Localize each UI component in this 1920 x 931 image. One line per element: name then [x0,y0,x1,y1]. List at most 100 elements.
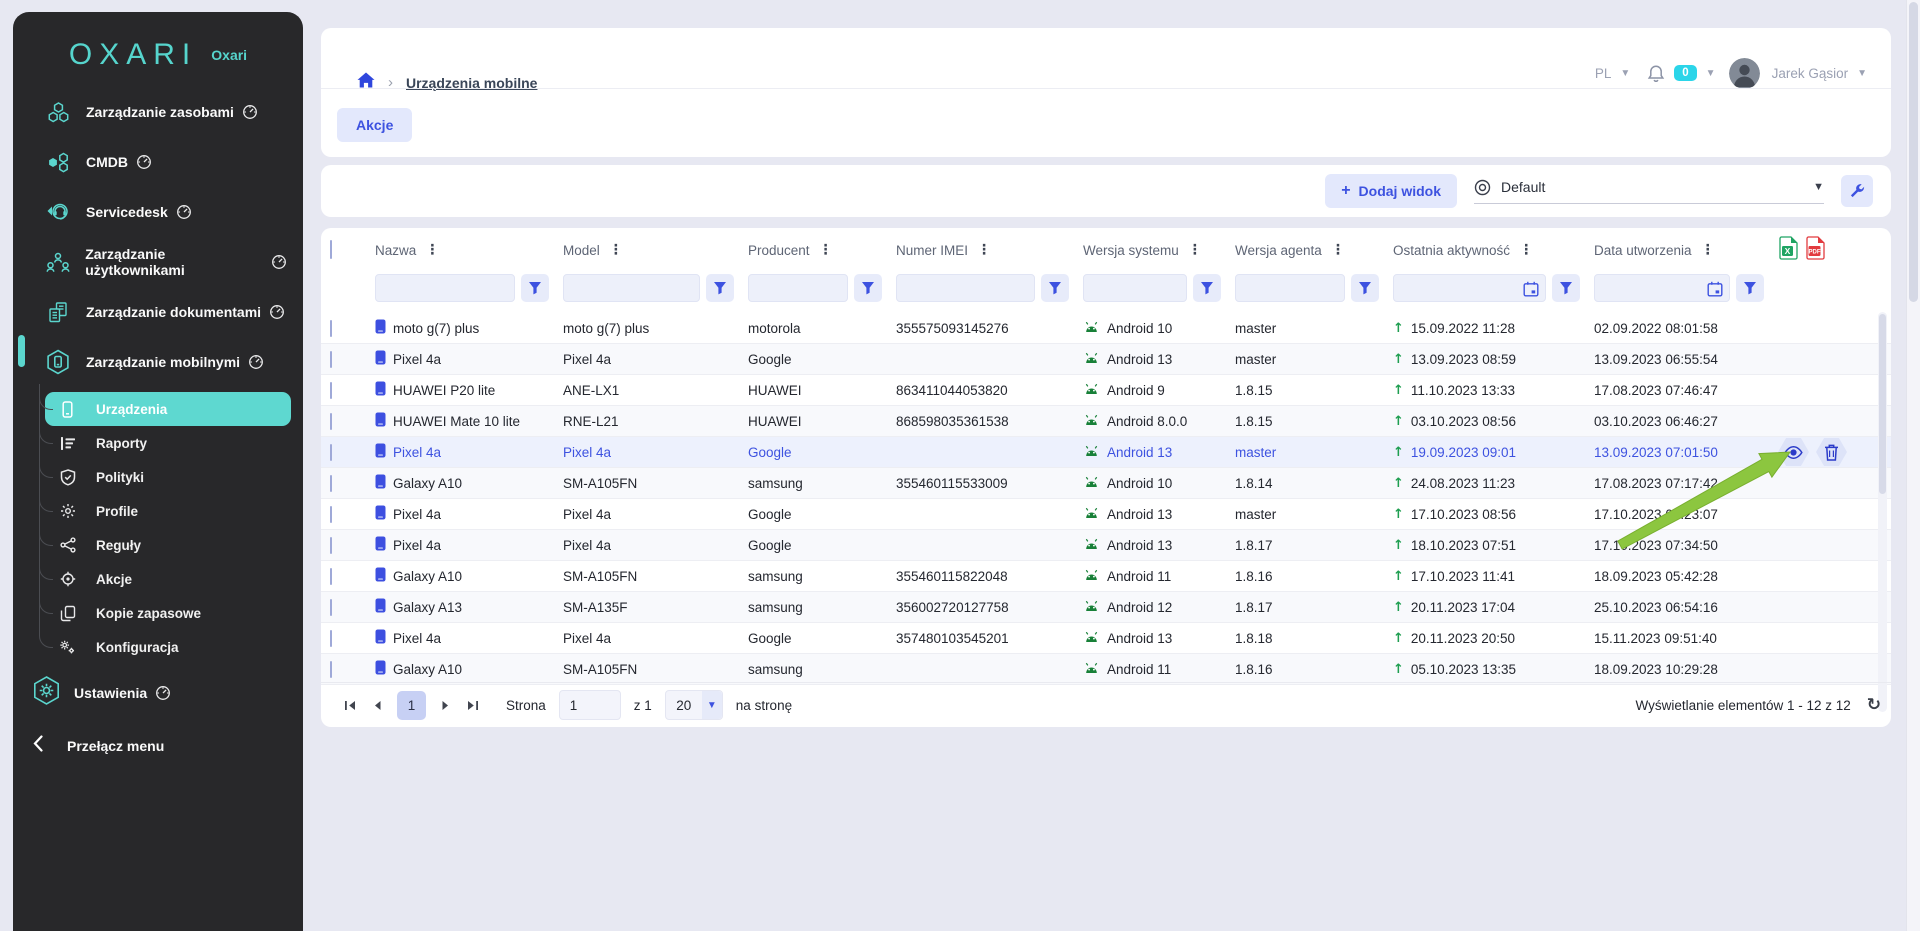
column-menu-icon[interactable]: ⋮ [425,242,439,258]
column-menu-icon[interactable]: ⋮ [609,242,623,258]
table-row[interactable]: HUAWEI P20 liteANE-LX1HUAWEI863411044053… [321,375,1891,406]
first-page-button[interactable] [342,698,358,713]
sidebar-subitem-report[interactable]: Raporty [45,426,291,460]
row-checkbox-cell [330,445,375,460]
filter-input[interactable] [563,274,700,302]
sidebar-subitem-device[interactable]: Urządzenia [45,392,291,426]
table-scrollbar[interactable] [1878,312,1887,712]
table-row[interactable]: Galaxy A10SM-A105FNsamsung35546011582204… [321,561,1891,592]
column-menu-icon[interactable]: ⋮ [1188,242,1202,258]
filter-input[interactable] [748,274,848,302]
row-checkbox[interactable] [330,661,332,678]
page-input[interactable] [559,690,621,720]
sidebar-subitem-shield[interactable]: Polityki [45,460,291,494]
table-scrollbar-thumb[interactable] [1879,314,1886,494]
view-select[interactable]: Default ▼ [1474,179,1824,204]
column-menu-icon[interactable]: ⋮ [1519,242,1533,258]
last-page-button[interactable] [465,698,481,713]
filter-funnel-button[interactable] [1193,274,1221,302]
row-checkbox[interactable] [330,506,332,523]
table-row[interactable]: Galaxy A10SM-A105FNsamsungAndroid 111.8.… [321,654,1891,685]
row-checkbox[interactable] [330,537,332,554]
notification-caret-icon[interactable]: ▼ [1706,68,1716,79]
table-row[interactable]: Galaxy A10SM-A105FNsamsung35546011553300… [321,468,1891,499]
table-row[interactable]: Pixel 4aPixel 4aGoogleAndroid 13master↑1… [321,344,1891,375]
export-excel-icon[interactable]: X [1778,236,1798,265]
filter-funnel-button[interactable] [1552,274,1580,302]
row-checkbox[interactable] [330,475,332,492]
export-pdf-icon[interactable]: PDF [1805,236,1825,265]
row-checkbox[interactable] [330,444,332,461]
row-checkbox[interactable] [330,568,332,585]
row-checkbox[interactable] [330,630,332,647]
page-scrollbar[interactable] [1906,0,1920,931]
filter-input[interactable] [1393,274,1546,302]
logo[interactable]: OXARI Oxari [13,34,303,76]
actions-button[interactable]: Akcje [337,108,412,142]
sidebar-subitem-target[interactable]: Akcje [45,562,291,596]
page-number-button[interactable]: 1 [397,691,426,720]
row-checkbox[interactable] [330,320,332,337]
sidebar-item-cmdb[interactable]: CMDB [13,137,303,187]
filter-funnel-button[interactable] [706,274,734,302]
table-row[interactable]: HUAWEI Mate 10 liteRNE-L21HUAWEI86859803… [321,406,1891,437]
cell-name: moto g(7) plus [375,319,563,337]
user-menu-caret-icon[interactable]: ▼ [1857,68,1867,79]
table-row[interactable]: Pixel 4aPixel 4aGoogleAndroid 13master↑1… [321,437,1891,468]
calendar-icon[interactable] [1707,281,1723,302]
page-size-select[interactable]: 20 ▼ [665,690,723,720]
filter-funnel-button[interactable] [1041,274,1069,302]
add-view-button[interactable]: + Dodaj widok [1325,174,1457,208]
column-menu-icon[interactable]: ⋮ [819,242,833,258]
avatar[interactable] [1729,58,1760,89]
language-caret-icon[interactable]: ▼ [1620,68,1630,79]
column-menu-icon[interactable]: ⋮ [1701,242,1715,258]
filter-funnel-button[interactable] [1736,274,1764,302]
table-row[interactable]: moto g(7) plusmoto g(7) plusmotorola3555… [321,313,1891,344]
table-row[interactable]: Galaxy A13SM-A135Fsamsung356002720127758… [321,592,1891,623]
column-menu-icon[interactable]: ⋮ [1331,242,1345,258]
delete-row-button[interactable] [1816,438,1847,466]
refresh-icon[interactable]: ↻ [1867,695,1881,715]
sidebar-item-documents[interactable]: Zarządzanie dokumentami [13,287,303,337]
sidebar-item-users[interactable]: Zarządzanie użytkownikami [13,237,303,287]
row-checkbox[interactable] [330,351,332,368]
filter-input[interactable] [375,274,515,302]
row-checkbox[interactable] [330,599,332,616]
table-row[interactable]: Pixel 4aPixel 4aGoogleAndroid 13master↑1… [321,499,1891,530]
select-all-checkbox[interactable] [330,240,332,259]
home-icon[interactable] [357,72,375,93]
language-selector[interactable]: PL [1595,66,1612,81]
sidebar-item-servicedesk[interactable]: Servicedesk [13,187,303,237]
filter-input[interactable] [896,274,1035,302]
next-page-button[interactable] [439,698,452,713]
page-scrollbar-thumb[interactable] [1909,2,1918,302]
sidebar-item-mobile[interactable]: Zarządzanie mobilnymi [13,337,303,387]
preview-row-button[interactable] [1778,438,1809,466]
calendar-icon[interactable] [1523,281,1539,302]
sidebar-subitem-gears[interactable]: Konfiguracja [45,630,291,664]
sidebar-toggle[interactable]: Przełącz menu [13,726,303,766]
table-row[interactable]: Pixel 4aPixel 4aGoogle357480103545201And… [321,623,1891,654]
filter-input[interactable] [1594,274,1730,302]
filter-input[interactable] [1235,274,1345,302]
row-checkbox[interactable] [330,413,332,430]
filter-funnel-button[interactable] [854,274,882,302]
sidebar-subitem-copy[interactable]: Kopie zapasowe [45,596,291,630]
row-checkbox[interactable] [330,382,332,399]
bell-icon[interactable] [1647,64,1665,83]
filter-funnel-button[interactable] [521,274,549,302]
sidebar-item-assets[interactable]: Zarządzanie zasobami [13,87,303,137]
view-settings-wrench-button[interactable] [1841,175,1873,207]
filter-input[interactable] [1083,274,1187,302]
table-row[interactable]: Pixel 4aPixel 4aGoogleAndroid 131.8.17↑1… [321,530,1891,561]
sidebar-item-ustawienia[interactable]: Ustawienia [13,670,303,716]
sidebar-subitem-share[interactable]: Reguły [45,528,291,562]
filter-funnel-button[interactable] [1351,274,1379,302]
sidebar-subitem-gear[interactable]: Profile [45,494,291,528]
notification-count-badge[interactable]: 0 [1674,65,1696,81]
user-name[interactable]: Jarek Gąsior [1772,66,1849,81]
prev-page-button[interactable] [371,698,384,713]
cell-created: 02.09.2022 08:01:58 [1594,321,1778,336]
column-menu-icon[interactable]: ⋮ [977,242,991,258]
